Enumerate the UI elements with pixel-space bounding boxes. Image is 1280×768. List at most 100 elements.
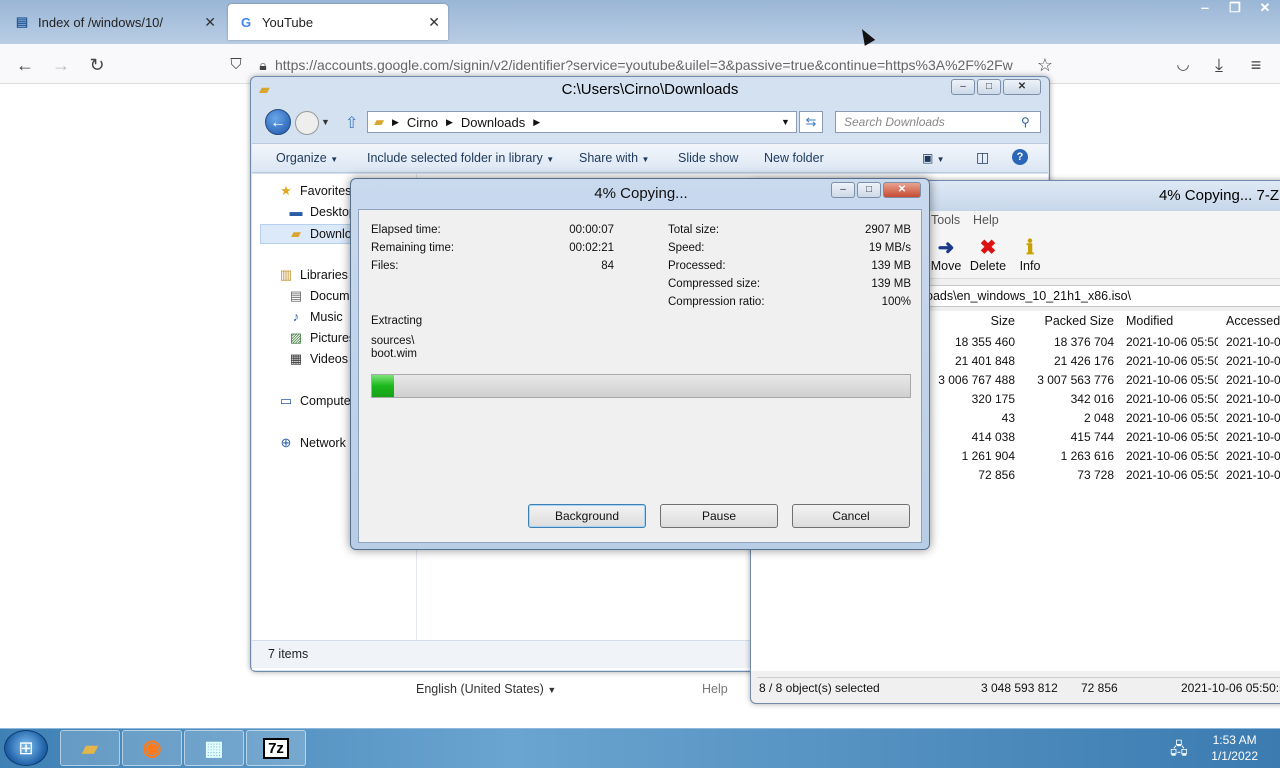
column-header-modified[interactable]: Modified: [1126, 311, 1218, 331]
file-cell-accessed[interactable]: 2021-10-06: [1226, 409, 1280, 428]
menu-tools[interactable]: Tools: [931, 213, 960, 227]
file-cell-packed[interactable]: 18 376 704: [1021, 333, 1114, 352]
file-cell-accessed[interactable]: 2021-10-06: [1226, 466, 1280, 485]
file-cell-packed[interactable]: 21 426 176: [1021, 352, 1114, 371]
breadcrumb-item[interactable]: Downloads: [461, 115, 525, 130]
file-cell-size[interactable]: 21 401 848: [937, 352, 1015, 371]
preview-pane-icon[interactable]: ◫: [976, 149, 989, 166]
new-folder-button[interactable]: New folder: [764, 151, 824, 165]
file-cell-packed[interactable]: 2 048: [1021, 409, 1114, 428]
pause-button[interactable]: Pause: [660, 504, 778, 528]
tree-item-videos[interactable]: ▦ Videos: [288, 352, 348, 367]
help-link[interactable]: Help: [702, 682, 728, 696]
view-icon[interactable]: ▣ ▼: [922, 151, 945, 165]
chevron-right-icon[interactable]: ▶: [533, 117, 540, 128]
file-cell-accessed[interactable]: 2021-10-06: [1226, 428, 1280, 447]
delete-button[interactable]: ✖ Delete: [965, 237, 1011, 273]
pocket-icon[interactable]: ◡: [1172, 54, 1194, 76]
tree-item-desktop[interactable]: ▬ Desktop: [288, 205, 356, 220]
search-icon[interactable]: ⚲: [1021, 115, 1030, 129]
tree-item-favorites[interactable]: ★ Favorites: [278, 184, 351, 199]
close-tab-icon[interactable]: ✕: [428, 14, 440, 31]
taskbar-firefox-icon[interactable]: ◉: [122, 730, 182, 766]
file-cell-size[interactable]: 43: [937, 409, 1015, 428]
file-cell-accessed[interactable]: 2021-10-06: [1226, 371, 1280, 390]
file-cell-packed[interactable]: 1 263 616: [1021, 447, 1114, 466]
minimize-icon[interactable]: ‒: [951, 79, 975, 95]
bookmark-star-icon[interactable]: ☆: [1034, 54, 1056, 76]
file-cell-modified[interactable]: 2021-10-06 05:50: [1126, 428, 1218, 447]
close-tab-icon[interactable]: ✕: [204, 14, 216, 31]
share-with-button[interactable]: Share with ▼: [579, 151, 649, 165]
address-dropdown-icon[interactable]: ▼: [781, 117, 790, 127]
background-button[interactable]: Background: [528, 504, 646, 528]
download-icon[interactable]: ⤓: [1208, 54, 1230, 76]
file-cell-modified[interactable]: 2021-10-06 05:50: [1126, 447, 1218, 466]
start-button[interactable]: ⊞: [4, 730, 48, 766]
minimize-icon[interactable]: ‒: [831, 182, 855, 198]
file-cell-modified[interactable]: 2021-10-06 05:50: [1126, 390, 1218, 409]
file-cell-packed[interactable]: 415 744: [1021, 428, 1114, 447]
file-cell-modified[interactable]: 2021-10-06 05:50: [1126, 352, 1218, 371]
file-cell-modified[interactable]: 2021-10-06 05:50: [1126, 409, 1218, 428]
file-cell-modified[interactable]: 2021-10-06 05:50: [1126, 333, 1218, 352]
back-arrow-icon[interactable]: ←: [265, 109, 291, 135]
tree-item-pictures[interactable]: ▨ Pictures: [288, 331, 355, 346]
file-cell-modified[interactable]: 2021-10-06 05:50: [1126, 371, 1218, 390]
column-header-packed[interactable]: Packed Size: [1021, 311, 1114, 331]
file-cell-size[interactable]: 72 856: [937, 466, 1015, 485]
close-icon[interactable]: ✕: [1003, 79, 1041, 95]
shield-icon[interactable]: ⛉: [225, 54, 247, 76]
file-cell-size[interactable]: 18 355 460: [937, 333, 1015, 352]
chevron-right-icon[interactable]: ▶: [446, 117, 453, 128]
maximize-icon[interactable]: □: [977, 79, 1001, 95]
file-cell-packed[interactable]: 342 016: [1021, 390, 1114, 409]
browser-tab[interactable]: ▤ Index of /windows/10/ ✕: [4, 4, 224, 40]
file-cell-accessed[interactable]: 2021-10-06: [1226, 447, 1280, 466]
back-arrow-icon[interactable]: ←: [14, 54, 36, 76]
language-select[interactable]: English (United States) ▼: [416, 682, 556, 696]
history-dropdown-icon[interactable]: ▼: [321, 117, 330, 127]
search-input[interactable]: Search Downloads: [835, 111, 1041, 133]
close-icon[interactable]: ✕: [1250, 0, 1280, 20]
column-header-size[interactable]: Size: [937, 311, 1015, 331]
file-cell-modified[interactable]: 2021-10-06 05:50: [1126, 466, 1218, 485]
info-button[interactable]: ℹ Info: [1007, 237, 1053, 273]
file-cell-accessed[interactable]: 2021-10-06: [1226, 390, 1280, 409]
system-clock[interactable]: 1:53 AM 1/1/2022: [1211, 732, 1258, 764]
reload-icon[interactable]: ↻: [86, 54, 108, 76]
slide-show-button[interactable]: Slide show: [678, 151, 738, 165]
tree-item-network[interactable]: ⊕ Network: [278, 436, 346, 451]
file-cell-size[interactable]: 3 006 767 488: [937, 371, 1015, 390]
chevron-right-icon[interactable]: ▶: [392, 117, 399, 128]
maximize-icon[interactable]: □: [857, 182, 881, 198]
taskbar-7zip-button[interactable]: 7z: [246, 730, 306, 766]
file-cell-size[interactable]: 414 038: [937, 428, 1015, 447]
taskbar-explorer-icon[interactable]: ▰: [60, 730, 120, 766]
maximize-icon[interactable]: ❐: [1220, 0, 1250, 20]
tree-item-music[interactable]: ♪ Music: [288, 310, 343, 325]
help-icon[interactable]: ?: [1012, 149, 1028, 165]
close-icon[interactable]: ✕: [883, 182, 921, 198]
url-bar[interactable]: https://accounts.google.com/signin/v2/id…: [275, 53, 1045, 77]
address-bar[interactable]: ▰ ▶ Cirno ▶ Downloads ▶: [367, 111, 797, 133]
minimize-icon[interactable]: ‒: [1190, 0, 1220, 20]
browser-tab-active[interactable]: G YouTube ✕: [228, 4, 448, 40]
lock-icon[interactable]: 🔒︎: [252, 54, 274, 76]
file-cell-size[interactable]: 1 261 904: [937, 447, 1015, 466]
forward-arrow-icon[interactable]: [295, 111, 319, 135]
column-header-accessed[interactable]: Accessed: [1226, 311, 1280, 331]
taskbar-control-panel-icon[interactable]: ▦: [184, 730, 244, 766]
menu-help[interactable]: Help: [973, 213, 999, 227]
network-tray-icon[interactable]: 🖧︎: [1170, 738, 1188, 765]
cancel-button[interactable]: Cancel: [792, 504, 910, 528]
breadcrumb-item[interactable]: Cirno: [407, 115, 438, 130]
up-arrow-icon[interactable]: ⇧: [345, 113, 358, 133]
tree-item-libraries[interactable]: ▥ Libraries: [278, 268, 348, 283]
file-cell-size[interactable]: 320 175: [937, 390, 1015, 409]
file-cell-accessed[interactable]: 2021-10-06: [1226, 333, 1280, 352]
file-cell-packed[interactable]: 73 728: [1021, 466, 1114, 485]
file-cell-accessed[interactable]: 2021-10-06: [1226, 352, 1280, 371]
include-in-library-button[interactable]: Include selected folder in library ▼: [367, 151, 554, 165]
tree-item-computer[interactable]: ▭ Computer: [278, 394, 355, 409]
